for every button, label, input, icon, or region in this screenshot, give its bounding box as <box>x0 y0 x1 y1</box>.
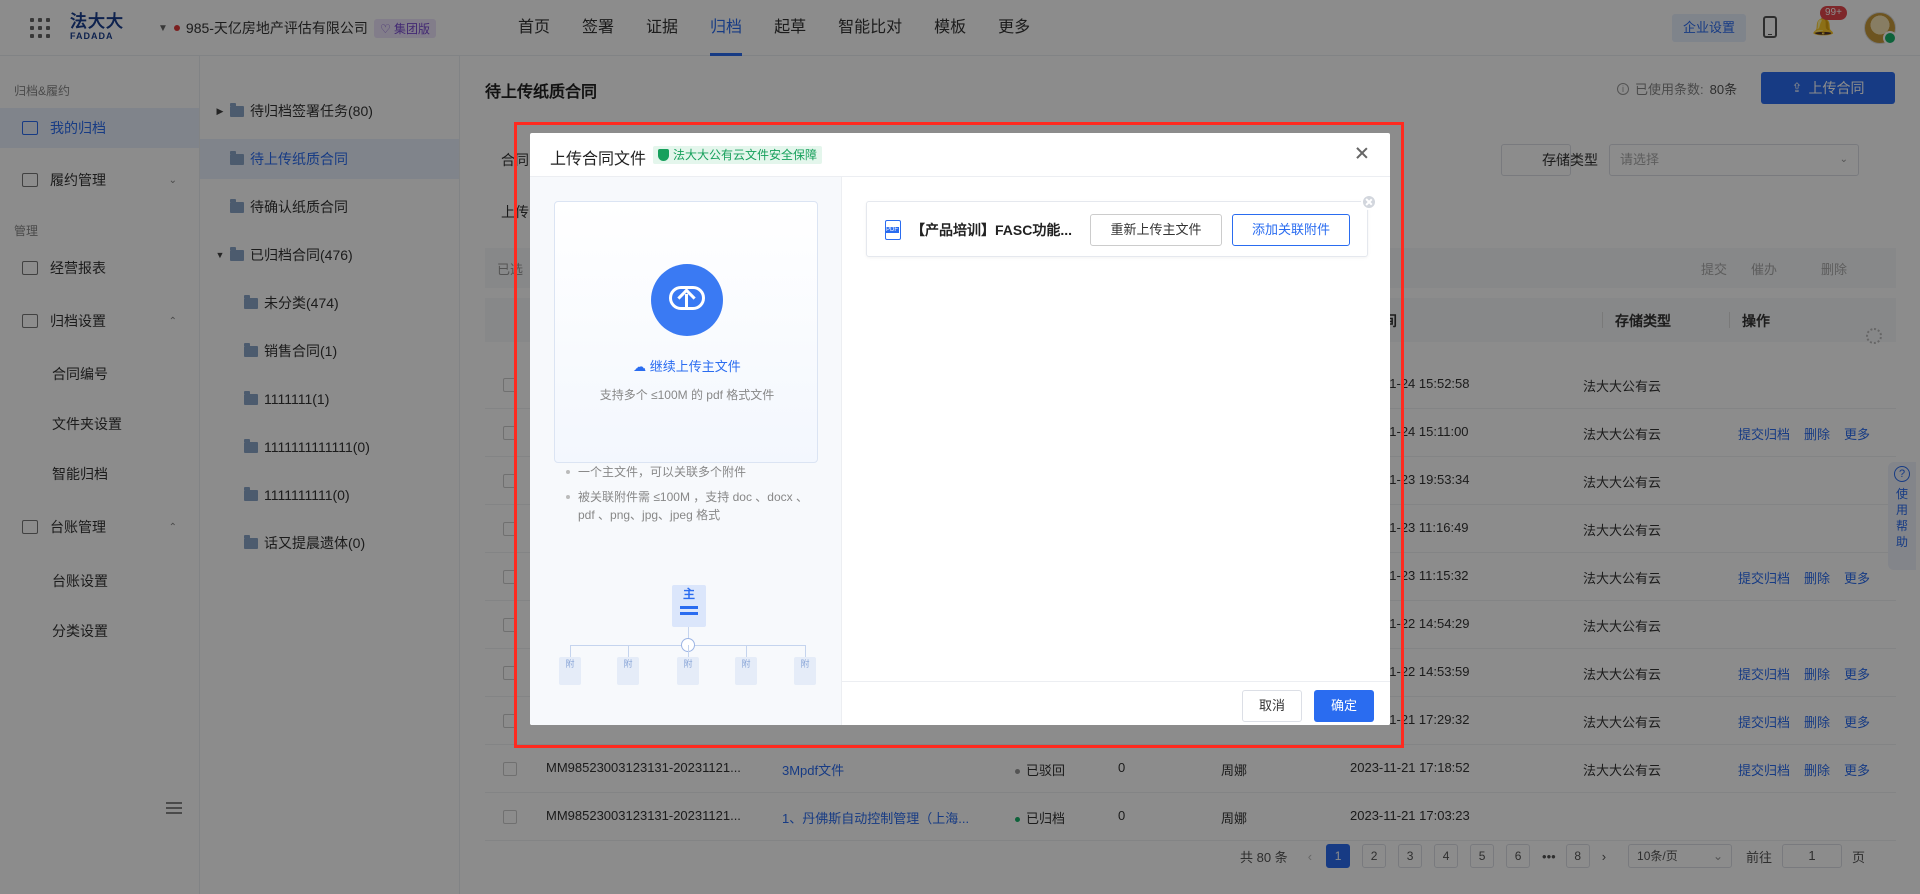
upload-dropzone[interactable]: ☁ 继续上传主文件 支持多个 ≤100M 的 pdf 格式文件 <box>554 201 818 463</box>
close-icon[interactable] <box>1354 145 1370 161</box>
attachment-icon: 附 <box>677 657 699 685</box>
add-attachment-button[interactable]: 添加关联附件 <box>1232 214 1350 246</box>
pdf-icon <box>885 220 901 240</box>
upload-panel: ☁ 继续上传主文件 支持多个 ≤100M 的 pdf 格式文件 一个主文件，可以… <box>530 177 842 725</box>
confirm-button[interactable]: 确定 <box>1314 690 1374 722</box>
attachment-icon: 附 <box>735 657 757 685</box>
cloud-upload-icon <box>651 264 723 336</box>
diagram-main-label: 主 <box>682 587 695 601</box>
attachment-diagram: 主 附 附 附 附 附 <box>554 585 818 705</box>
continue-upload-label: 继续上传主文件 <box>649 359 741 374</box>
cancel-button[interactable]: 取消 <box>1242 690 1302 722</box>
reupload-main-file-button[interactable]: 重新上传主文件 <box>1090 214 1222 246</box>
shield-icon <box>658 149 669 161</box>
attachment-icon: 附 <box>559 657 581 685</box>
note-item: 被关联附件需 ≤100M ，支持 doc 、docx 、pdf 、png、jpg… <box>566 488 822 524</box>
attachment-icon: 附 <box>617 657 639 685</box>
remove-file-icon[interactable] <box>1361 194 1377 210</box>
main-file-card: 【产品培训】FASC功能... 重新上传主文件 添加关联附件 <box>866 194 1377 257</box>
dialog-title: 上传合同文件 <box>550 151 647 168</box>
dialog-header: 上传合同文件 法大大公有云文件安全保障 <box>530 133 1390 177</box>
continue-upload-link[interactable]: ☁ 继续上传主文件 <box>555 356 819 375</box>
file-list-panel: 【产品培训】FASC功能... 重新上传主文件 添加关联附件 <box>842 177 1390 681</box>
secure-tag: 法大大公有云文件安全保障 <box>653 146 823 164</box>
secure-tag-label: 法大大公有云文件安全保障 <box>673 148 818 162</box>
note-item: 一个主文件，可以关联多个附件 <box>566 463 822 481</box>
dialog-footer: 取消 确定 <box>842 681 1390 725</box>
dropzone-hint: 支持多个 ≤100M 的 pdf 格式文件 <box>599 388 775 402</box>
attachment-icon: 附 <box>794 657 816 685</box>
main-document-icon: 主 <box>672 585 706 627</box>
upload-contract-dialog: 上传合同文件 法大大公有云文件安全保障 ☁ 继续上传主文件 支持多个 ≤100M… <box>530 133 1390 725</box>
main-file-name: 【产品培训】FASC功能... <box>911 222 1073 238</box>
